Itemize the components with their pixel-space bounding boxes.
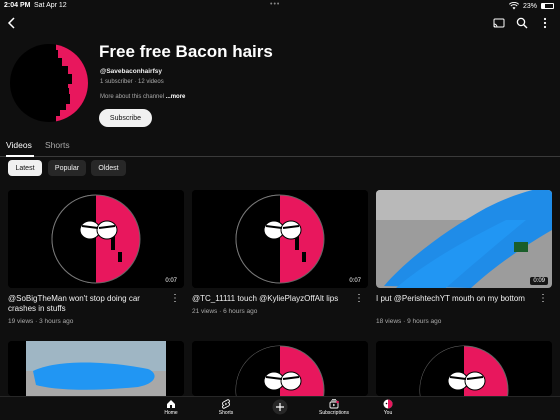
video-title[interactable]: I put @PerishtechYT mouth on my bottom [376, 294, 534, 304]
channel-tabs: Videos Shorts [0, 138, 560, 157]
battery-percent: 23% [522, 2, 537, 10]
filter-chip-oldest[interactable]: Oldest [91, 160, 126, 176]
scribbled-thumbnail-image [8, 341, 184, 396]
channel-meta: 1 subscriber · 12 videos [100, 79, 164, 85]
channel-handle: @Savebaconhairfsy [100, 68, 162, 75]
nav-subscriptions[interactable]: Subscriptions [314, 399, 354, 416]
video-more-icon[interactable]: ⋮ [170, 293, 180, 304]
nav-shorts[interactable]: Shorts [206, 399, 246, 416]
multitasking-dots[interactable]: ••• [270, 1, 280, 8]
video-thumbnail[interactable]: 0:07 [8, 190, 184, 288]
video-card[interactable]: 0:07 @SoBigTheMan won't stop doing car c… [8, 190, 184, 325]
video-card[interactable]: 0:07 @TC_11111 touch @KyliePlayzOffAlt l… [192, 190, 368, 315]
scribbled-thumbnail-image [376, 190, 552, 288]
nav-home-label: Home [164, 410, 178, 416]
channel-title: Free free Bacon hairs [99, 42, 273, 61]
video-thumbnail[interactable]: 0:09 [376, 190, 552, 288]
nav-you-label: You [383, 410, 393, 416]
status-date: Sat Apr 12 [34, 2, 67, 9]
filter-chip-popular[interactable]: Popular [48, 160, 86, 176]
subscriptions-icon [329, 399, 339, 409]
countryball-thumbnail-image [376, 341, 552, 396]
you-avatar-icon [383, 399, 393, 409]
battery-icon [541, 3, 554, 9]
countryball-thumbnail-image [192, 341, 368, 396]
shorts-icon [222, 399, 230, 409]
nav-you[interactable]: You [368, 399, 408, 416]
nav-subscriptions-label: Subscriptions [318, 410, 349, 416]
about-channel-link[interactable]: More about this channel ...more [100, 94, 185, 100]
video-duration: 0:07 [346, 277, 364, 285]
filter-chip-latest[interactable]: Latest [8, 160, 42, 176]
subscribe-button[interactable]: Subscribe [99, 109, 152, 127]
video-thumbnail[interactable] [376, 341, 552, 396]
nav-home[interactable]: Home [151, 399, 191, 416]
video-meta: 21 views · 6 hours ago [192, 308, 258, 315]
home-icon [167, 400, 175, 408]
video-thumbnail[interactable]: 0:07 [192, 190, 368, 288]
about-channel-text: More about this channel [100, 94, 165, 100]
status-bar: 2:04 PM Sat Apr 12 ••• 23% [0, 0, 560, 12]
more-link[interactable]: ...more [166, 94, 186, 100]
video-title[interactable]: @TC_11111 touch @KyliePlayzOffAlt lips [192, 294, 350, 304]
tab-shorts[interactable]: Shorts [45, 140, 70, 150]
active-tab-indicator [6, 155, 34, 157]
tab-videos[interactable]: Videos [6, 140, 32, 150]
countryball-thumbnail-image [192, 190, 368, 288]
nav-shorts-label: Shorts [218, 410, 234, 416]
video-card[interactable] [8, 341, 184, 396]
cast-icon[interactable] [490, 14, 508, 32]
video-meta: 18 views · 9 hours ago [376, 318, 442, 325]
video-thumbnail[interactable] [8, 341, 184, 396]
wifi-icon [508, 2, 519, 10]
back-arrow-icon[interactable] [3, 14, 21, 32]
video-card[interactable] [376, 341, 552, 396]
more-vertical-icon[interactable] [536, 14, 554, 32]
video-card[interactable] [192, 341, 368, 396]
create-plus-icon [272, 399, 288, 415]
countryball-thumbnail-image [8, 190, 184, 288]
video-duration: 0:07 [162, 277, 180, 285]
video-more-icon[interactable]: ⋮ [354, 293, 364, 304]
video-thumbnail[interactable] [192, 341, 368, 396]
nav-create[interactable] [260, 399, 300, 415]
video-meta: 19 views · 3 hours ago [8, 318, 74, 325]
bottom-navigation: Home Shorts Subscriptions You [0, 396, 560, 420]
video-title[interactable]: @SoBigTheMan won't stop doing car crashe… [8, 294, 166, 314]
channel-avatar[interactable] [10, 44, 88, 122]
top-bar [0, 12, 560, 34]
video-duration: 0:09 [530, 277, 548, 285]
status-time: 2:04 PM [4, 2, 31, 9]
video-more-icon[interactable]: ⋮ [538, 293, 548, 304]
video-card[interactable]: 0:09 I put @PerishtechYT mouth on my bot… [376, 190, 552, 325]
search-icon[interactable] [513, 14, 531, 32]
